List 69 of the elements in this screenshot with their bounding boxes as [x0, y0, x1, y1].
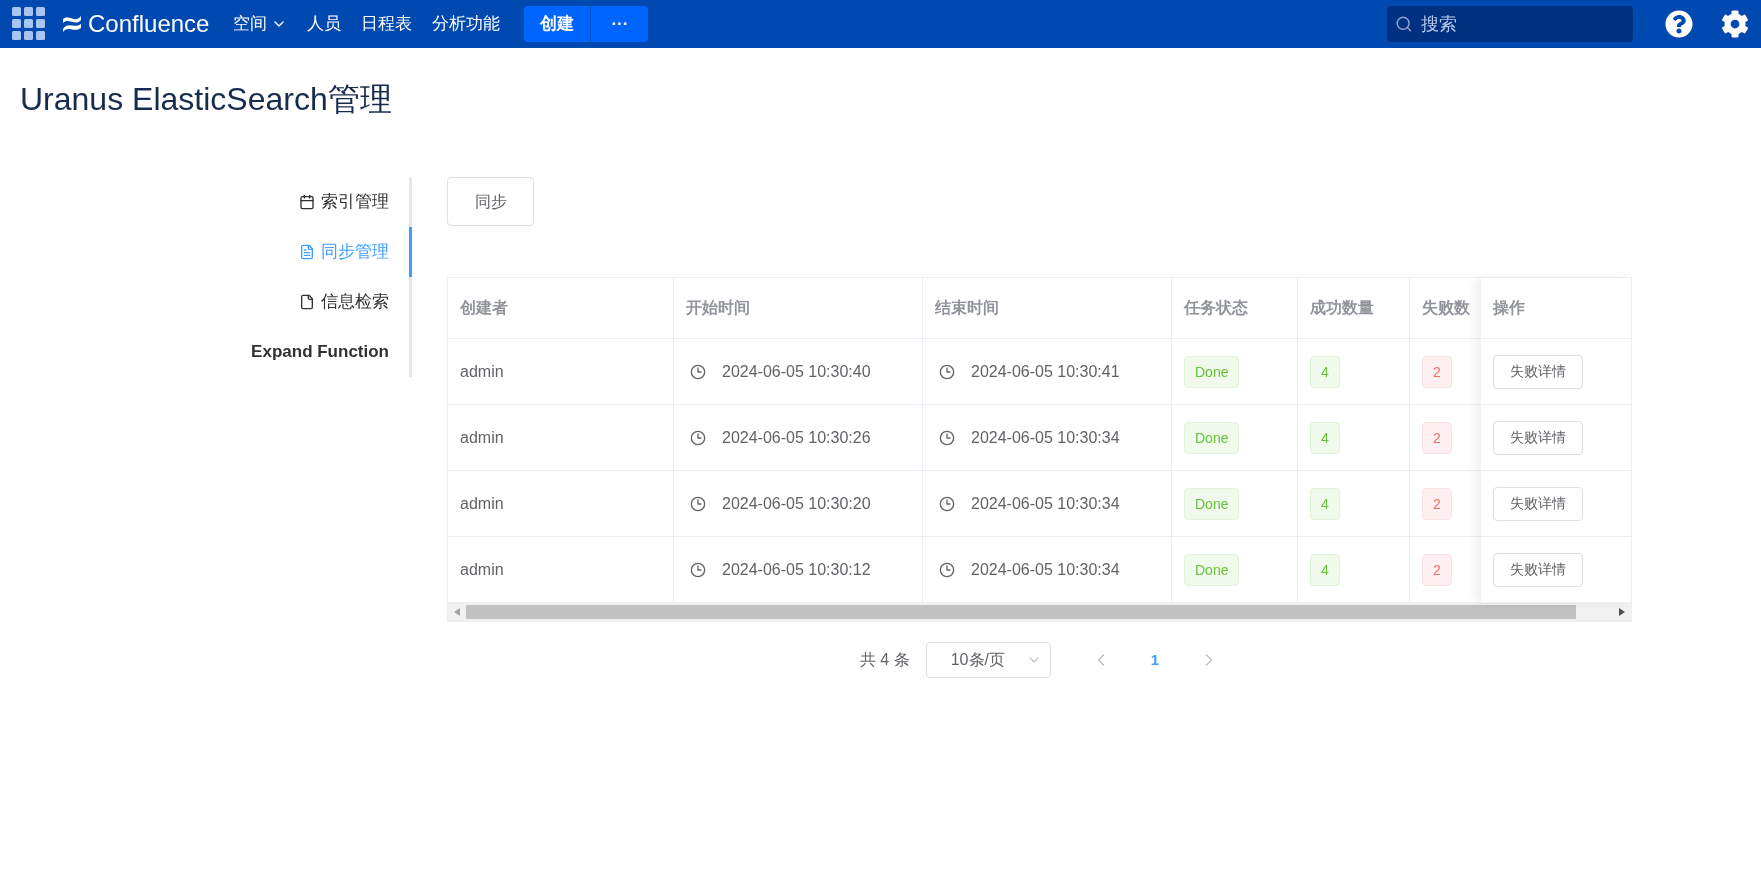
- failure-details-button[interactable]: 失败详情: [1493, 486, 1583, 521]
- calendar-icon: [299, 194, 315, 210]
- nav-link[interactable]: 日程表: [361, 11, 413, 37]
- search-field[interactable]: 搜索: [1387, 6, 1633, 42]
- search-input[interactable]: 搜索: [1420, 10, 1625, 38]
- nav-link[interactable]: 人员: [307, 11, 342, 37]
- search-icon: [1395, 14, 1413, 34]
- status-tag: Done: [1184, 553, 1240, 586]
- logo-icon: [62, 15, 82, 33]
- count-tag: 4: [1310, 487, 1340, 520]
- clock-icon: [690, 495, 706, 512]
- count-tag: 4: [1310, 553, 1340, 586]
- table-cell-text: 2024-06-05 10:30:34: [971, 559, 1120, 580]
- page-size-select[interactable]: 10条/页: [925, 642, 1051, 678]
- table-cell-text: 2024-06-05 10:30:26: [722, 427, 871, 448]
- list-icon: [299, 244, 315, 260]
- table-cell-text: 2024-06-05 10:30:41: [971, 361, 1120, 382]
- table-cell-text: 2024-06-05 10:30:12: [722, 559, 871, 580]
- count-tag: 2: [1422, 553, 1452, 586]
- failure-details-button[interactable]: 失败详情: [1493, 552, 1583, 587]
- status-tag: Done: [1184, 355, 1240, 388]
- count-tag: 2: [1422, 355, 1452, 388]
- count-tag: 2: [1422, 487, 1452, 520]
- table-cell-text: admin: [460, 559, 504, 580]
- document-icon: [299, 294, 315, 310]
- table-cell-text: admin: [460, 493, 504, 514]
- sidebar-item[interactable]: 索引管理: [251, 177, 412, 227]
- help-icon[interactable]: [1665, 10, 1693, 38]
- table-cell-text: admin: [460, 427, 504, 448]
- page-title: Uranus ElasticSearch管理: [20, 80, 393, 119]
- logo-text[interactable]: Confluence: [88, 6, 210, 42]
- sidebar-item[interactable]: 信息检索: [251, 277, 412, 327]
- failure-details-button[interactable]: 失败详情: [1493, 354, 1583, 389]
- clock-icon: [690, 363, 706, 380]
- app-grid-icon[interactable]: [12, 7, 46, 41]
- column-header: 结束时间: [935, 298, 999, 318]
- clock-icon: [939, 561, 955, 578]
- settings-icon[interactable]: [1721, 10, 1749, 38]
- clock-icon: [939, 429, 955, 446]
- create-button[interactable]: 创建: [524, 6, 592, 42]
- nav-link[interactable]: 分析功能: [432, 11, 501, 37]
- clock-icon: [939, 363, 955, 380]
- table-cell-text: 2024-06-05 10:30:20: [722, 493, 871, 514]
- status-tag: Done: [1184, 487, 1240, 520]
- table-cell-text: admin: [460, 361, 504, 382]
- clock-icon: [939, 495, 955, 512]
- status-tag: Done: [1184, 421, 1240, 454]
- total-count: 共 4 条: [859, 650, 910, 670]
- count-tag: 4: [1310, 421, 1340, 454]
- column-header: 成功数量: [1310, 298, 1374, 318]
- clock-icon: [690, 561, 706, 578]
- column-header: 创建者: [460, 298, 508, 318]
- horizontal-scrollbar[interactable]: [448, 603, 1631, 621]
- sync-button[interactable]: 同步: [447, 177, 534, 226]
- clock-icon: [690, 429, 706, 446]
- count-tag: 2: [1422, 421, 1452, 454]
- nav-link[interactable]: 空间: [233, 11, 288, 37]
- sidebar-item[interactable]: Expand Function: [251, 327, 412, 377]
- more-button[interactable]: ···: [591, 6, 649, 42]
- table-cell-text: 2024-06-05 10:30:40: [722, 361, 871, 382]
- column-header: 任务状态: [1184, 298, 1248, 318]
- count-tag: 4: [1310, 355, 1340, 388]
- column-header: 开始时间: [686, 298, 750, 318]
- column-header: 失败数: [1422, 298, 1470, 318]
- table-cell-text: 2024-06-05 10:30:34: [971, 493, 1120, 514]
- failure-details-button[interactable]: 失败详情: [1493, 420, 1583, 455]
- table-cell-text: 2024-06-05 10:30:34: [971, 427, 1120, 448]
- column-header: 操作: [1493, 298, 1525, 318]
- right-arrow-icon[interactable]: [1619, 608, 1625, 616]
